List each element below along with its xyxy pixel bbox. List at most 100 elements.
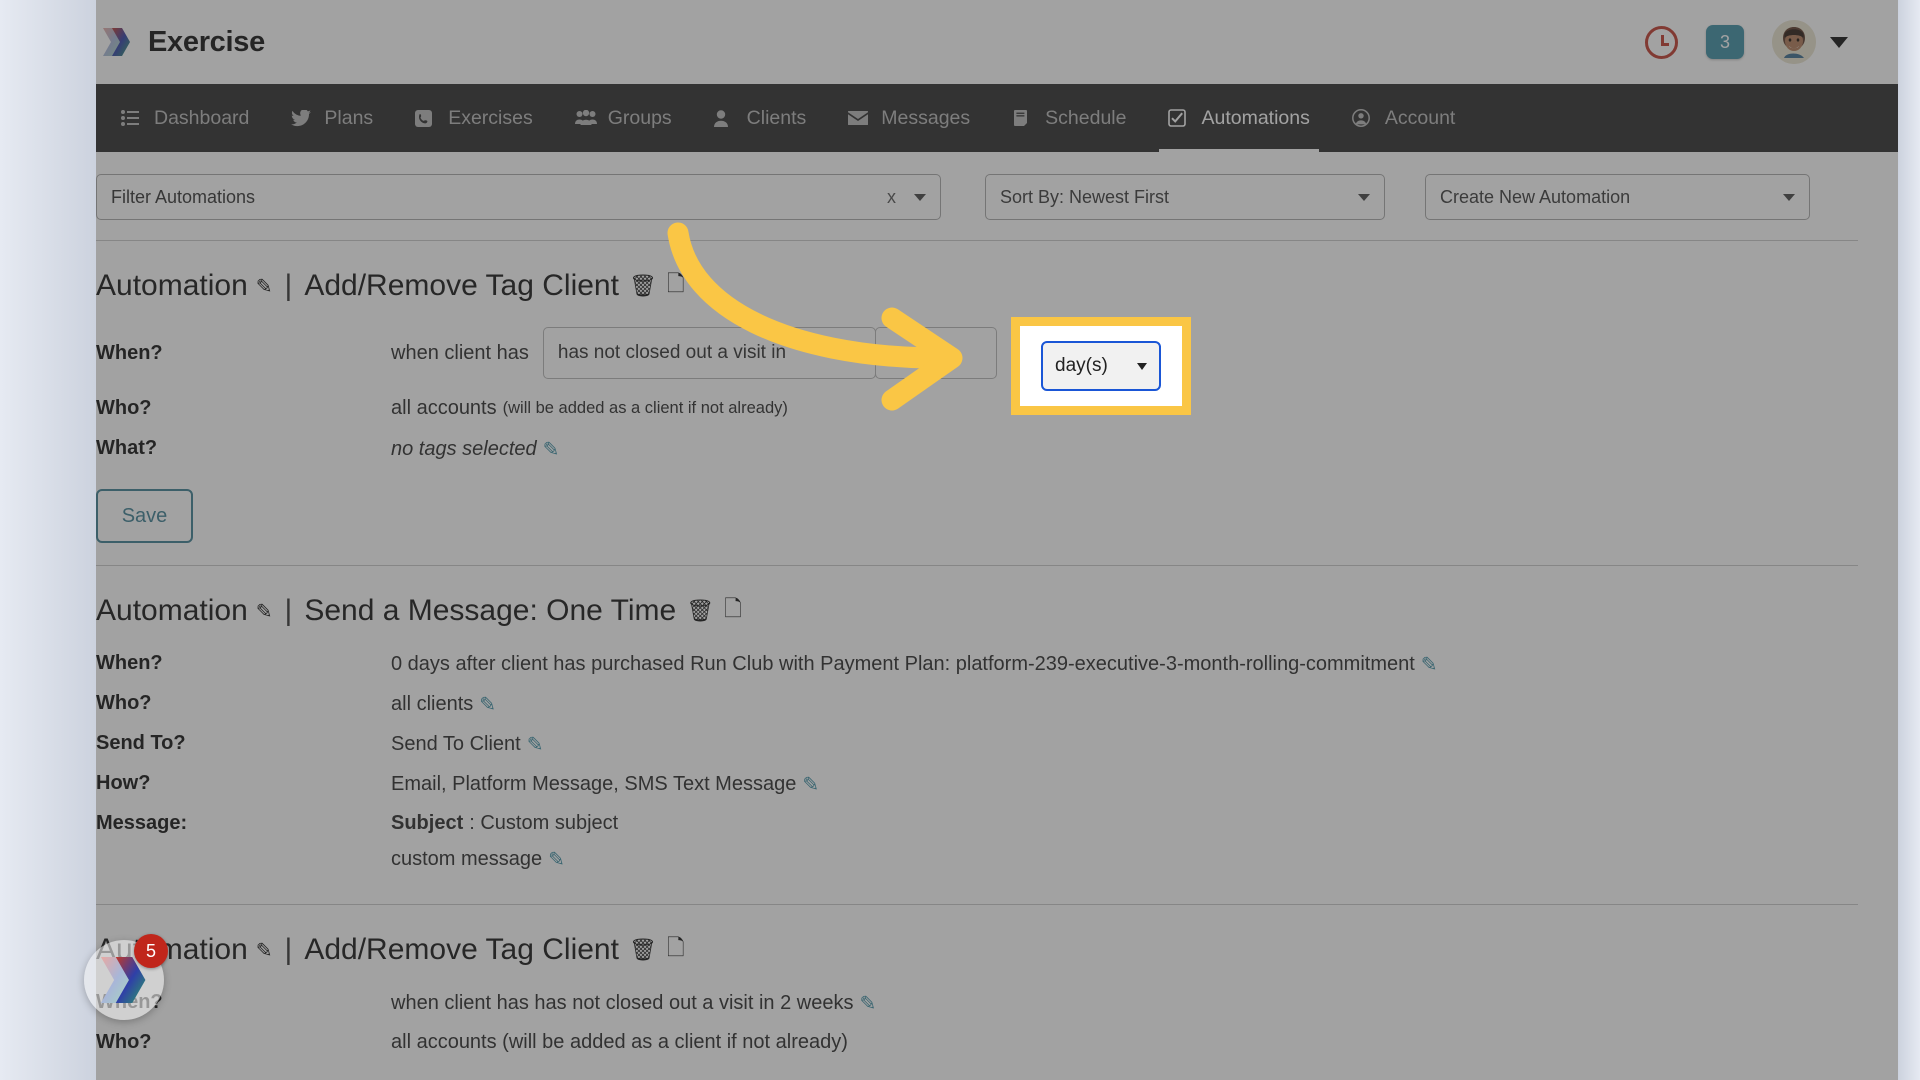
notification-count-badge[interactable]: 3 [1706, 25, 1744, 59]
edit-pencil-icon[interactable]: ✎ [479, 692, 496, 717]
send-to-value: Send To Client [391, 733, 521, 755]
nav-item-clients[interactable]: Clients [693, 84, 828, 152]
chevron-down-icon[interactable] [1783, 193, 1795, 201]
nav-item-messages[interactable]: Messages [827, 84, 991, 152]
row-label: Who? [96, 397, 152, 419]
edit-pencil-icon[interactable]: ✎ [802, 772, 819, 797]
condition-select[interactable]: has not closed out a visit in [542, 327, 876, 379]
title-separator: | [284, 933, 293, 966]
row-value: all clients ✎ [391, 692, 496, 717]
who-value: all accounts [391, 397, 497, 419]
when-prefix: when client has [391, 341, 529, 364]
nav-label: Schedule [1045, 106, 1127, 129]
nav-item-account[interactable]: Account [1331, 84, 1476, 152]
condition-value: has not closed out a visit in [557, 342, 787, 363]
brand-name: Exercise [148, 25, 265, 58]
subject-label: Subject [391, 812, 464, 834]
avatar[interactable] [1772, 20, 1816, 64]
check-box-icon [1168, 109, 1190, 127]
chevron-down-icon[interactable] [1358, 193, 1370, 201]
automation-row-what: What? no tags selected ✎ [96, 437, 1858, 467]
who-note: (will be added as a client if not alread… [502, 399, 788, 417]
chevron-down-icon[interactable] [914, 193, 926, 201]
highlight-callout: day(s) [1011, 317, 1191, 415]
automations-toolbar: Filter Automations x Sort By: Newest Fir… [96, 152, 1858, 240]
chevron-down-icon[interactable] [1137, 362, 1147, 370]
screen: Exercise 3 Dashboard Plans Exercises Gro… [0, 0, 1920, 1080]
trash-icon[interactable]: 🗑 [629, 273, 657, 299]
edit-pencil-icon[interactable]: ✎ [256, 274, 273, 299]
duplicate-icon[interactable]: 🗋 [667, 931, 685, 969]
time-unit-select[interactable]: day(s) [1041, 341, 1161, 391]
row-label: When? [96, 652, 163, 674]
who-value: all accounts (will be added as a client … [391, 1031, 848, 1053]
automation-row-who: Who? all accounts (will be added as a cl… [96, 1031, 1858, 1061]
nav-label: Clients [746, 106, 807, 129]
person-circle-icon [1351, 109, 1374, 127]
automation-row-how: How? Email, Platform Message, SMS Text M… [96, 772, 1858, 802]
phone-icon [415, 109, 437, 127]
create-new-automation-select[interactable]: Create New Automation [1425, 174, 1810, 220]
automation-card: Automation ✎ | Add/Remove Tag Client 🗑 🗋… [96, 241, 1858, 565]
row-value: Email, Platform Message, SMS Text Messag… [391, 772, 819, 797]
account-menu[interactable] [1772, 20, 1848, 64]
subject-value: : Custom subject [469, 812, 619, 834]
row-label: What? [96, 437, 158, 459]
message-block: Subject: Custom subject custom message ✎ [391, 812, 618, 872]
edit-pencil-icon[interactable]: ✎ [859, 991, 876, 1016]
clock-icon[interactable] [1645, 25, 1678, 59]
edit-pencil-icon[interactable]: ✎ [256, 599, 273, 624]
automation-title: Add/Remove Tag Client [304, 269, 619, 302]
nav-item-automations[interactable]: Automations [1147, 84, 1330, 152]
brand[interactable]: Exercise [100, 25, 265, 59]
clear-filter-icon[interactable]: x [887, 187, 896, 208]
main-nav: Dashboard Plans Exercises Groups Clients… [96, 84, 1898, 152]
nav-label: Automations [1201, 106, 1310, 129]
time-unit-value: day(s) [1055, 355, 1108, 376]
message-body-line: custom message ✎ [391, 847, 618, 872]
automation-title-prefix: Automation [96, 269, 248, 302]
nav-label: Exercises [448, 106, 533, 129]
nav-item-plans[interactable]: Plans [270, 84, 394, 152]
floating-help-button[interactable]: 5 [84, 934, 168, 1020]
edit-pencil-icon[interactable]: ✎ [543, 437, 560, 462]
floating-help-badge: 5 [134, 934, 168, 968]
row-value: when client has has not closed out a vis… [391, 991, 876, 1016]
title-separator: | [284, 594, 293, 627]
automation-title-row: Automation ✎ | Send a Message: One Time … [96, 592, 1858, 630]
automation-card: Automation ✎ | Add/Remove Tag Client 🗑 🗋… [96, 905, 1858, 1080]
duplicate-icon[interactable]: 🗋 [667, 267, 685, 305]
nav-item-exercises[interactable]: Exercises [394, 84, 554, 152]
nav-label: Groups [607, 106, 672, 129]
automation-row-who: Who? all clients ✎ [96, 692, 1858, 722]
nav-label: Dashboard [154, 106, 250, 129]
save-button[interactable]: Save [96, 489, 193, 543]
automation-row-when: When? when client has has not closed out… [96, 991, 1858, 1021]
duplicate-icon[interactable]: 🗋 [724, 592, 742, 630]
edit-pencil-icon[interactable]: ✎ [548, 847, 565, 872]
nav-item-dashboard[interactable]: Dashboard [100, 84, 270, 152]
filter-automations-input[interactable]: Filter Automations x [96, 174, 941, 220]
body-value: custom message [391, 848, 543, 870]
sort-by-select[interactable]: Sort By: Newest First [985, 174, 1385, 220]
nav-item-schedule[interactable]: Schedule [991, 84, 1147, 152]
nav-item-groups[interactable]: Groups [554, 84, 693, 152]
title-separator: | [284, 269, 293, 302]
browser-gutter-left [0, 0, 96, 1080]
nav-label: Messages [881, 106, 971, 129]
trash-icon[interactable]: 🗑 [686, 598, 714, 624]
row-value: 0 days after client has purchased Run Cl… [391, 652, 1438, 677]
app-page: Exercise 3 Dashboard Plans Exercises Gro… [96, 0, 1898, 1080]
amount-input[interactable] [874, 327, 997, 379]
row-value: all accounts (will be added as a client … [391, 1031, 848, 1054]
edit-pencil-icon[interactable]: ✎ [256, 938, 273, 963]
automation-title-prefix: Automation [96, 594, 248, 627]
edit-pencil-icon[interactable]: ✎ [1421, 652, 1438, 677]
automation-row-send-to: Send To? Send To Client ✎ [96, 732, 1858, 762]
chevron-down-icon[interactable] [1830, 36, 1848, 48]
what-value: no tags selected [391, 438, 537, 460]
trash-icon[interactable]: 🗑 [629, 937, 657, 963]
edit-pencil-icon[interactable]: ✎ [527, 732, 544, 757]
automation-title-row: Automation ✎ | Add/Remove Tag Client 🗑 🗋 [96, 931, 1858, 969]
who-value: all clients [391, 693, 474, 715]
